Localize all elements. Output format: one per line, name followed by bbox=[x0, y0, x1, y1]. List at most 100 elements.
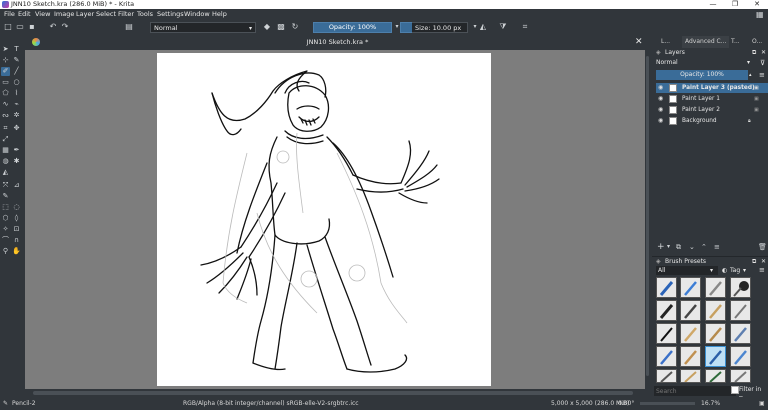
similar-select-tool-icon[interactable]: ⊡ bbox=[12, 225, 21, 234]
magnetic-select-tool-icon[interactable]: ∩ bbox=[12, 236, 21, 245]
new-document-icon[interactable]: □ bbox=[3, 22, 13, 32]
text-tool-icon[interactable]: T bbox=[12, 45, 21, 54]
dock-tab-tool-options[interactable]: T... bbox=[731, 36, 740, 48]
polygon-select-tool-icon[interactable]: ⬡ bbox=[1, 214, 10, 223]
brush-preset-tile[interactable] bbox=[730, 277, 751, 298]
reference-images-tool-icon[interactable]: ✎ bbox=[1, 192, 10, 201]
brush-preset-tile[interactable] bbox=[705, 300, 726, 321]
brush-preset-tile[interactable] bbox=[656, 300, 677, 321]
polyline-tool-icon[interactable]: ⌇ bbox=[12, 89, 21, 98]
layer-opacity-slider[interactable]: Opacity: 100% bbox=[656, 70, 748, 80]
brush-preset-tile[interactable] bbox=[730, 346, 751, 367]
filter-icon[interactable]: ⊽ bbox=[760, 58, 765, 68]
opacity-slider[interactable]: Opacity: 100% bbox=[313, 22, 392, 33]
freehand-select-tool-icon[interactable]: ◊ bbox=[12, 214, 21, 223]
lock-icon[interactable]: ▣ bbox=[754, 83, 759, 93]
menu-tools[interactable]: Tools bbox=[137, 9, 153, 20]
edit-shapes-tool-icon[interactable]: ⊹ bbox=[1, 56, 10, 65]
transform-tool-icon[interactable]: ⤢ bbox=[1, 135, 10, 144]
contiguous-select-tool-icon[interactable]: ✧ bbox=[1, 225, 10, 234]
brush-preset-tile[interactable] bbox=[680, 323, 701, 344]
delete-layer-icon[interactable]: 🗑︎ bbox=[758, 243, 767, 251]
brush-preset-tile[interactable] bbox=[680, 277, 701, 298]
dock-tab-layers[interactable]: L... bbox=[661, 36, 670, 48]
wrap-around-icon[interactable]: ⌗ bbox=[520, 22, 530, 32]
view-mode-icon[interactable]: ▣ bbox=[759, 397, 765, 410]
select-shapes-tool-icon[interactable]: ➤ bbox=[1, 45, 10, 54]
lock-icon[interactable]: 🔒︎ bbox=[748, 116, 751, 126]
menu-layer[interactable]: Layer bbox=[76, 9, 94, 20]
mirror-vertical-icon[interactable]: ⧩ bbox=[498, 22, 508, 32]
float-panel-icon[interactable]: ⧉ bbox=[752, 48, 756, 57]
chevron-down-icon[interactable]: ▾ bbox=[667, 243, 670, 250]
freehand-brush-tool-icon[interactable]: ✐ bbox=[1, 67, 10, 76]
brush-preset-tile[interactable] bbox=[730, 323, 751, 344]
layer-properties-icon[interactable]: ≡ bbox=[714, 243, 720, 251]
menu-select[interactable]: Select bbox=[96, 9, 116, 20]
brush-preset-tile[interactable] bbox=[656, 369, 677, 383]
brush-preset-tile[interactable] bbox=[705, 369, 726, 383]
brush-preset-tile[interactable] bbox=[705, 277, 726, 298]
rotation-value[interactable]: 0.00° bbox=[618, 397, 634, 410]
bezier-tool-icon[interactable]: ∿ bbox=[1, 100, 10, 109]
add-layer-icon[interactable]: + bbox=[657, 242, 665, 252]
chevron-down-icon[interactable]: ▾ bbox=[743, 266, 746, 275]
zoom-level[interactable]: 16.7% bbox=[701, 397, 720, 410]
bezier-select-tool-icon[interactable]: ⌒ bbox=[1, 236, 10, 245]
brush-preset-tile[interactable] bbox=[656, 346, 677, 367]
rect-select-tool-icon[interactable]: ⬚ bbox=[1, 203, 10, 212]
size-slider[interactable]: Size: 10.00 px bbox=[412, 22, 468, 33]
menu-help[interactable]: Help bbox=[212, 9, 227, 20]
brush-preset-tile[interactable] bbox=[656, 323, 677, 344]
visibility-eye-icon[interactable]: ◉ bbox=[658, 116, 663, 126]
layer-row[interactable]: ◉ Paint Layer 2 ▣ bbox=[656, 105, 768, 115]
undo-icon[interactable]: ↶ bbox=[48, 22, 58, 32]
dynamic-brush-tool-icon[interactable]: ᔓ bbox=[1, 111, 10, 120]
canvas[interactable] bbox=[157, 53, 491, 386]
polygon-tool-icon[interactable]: ⬠ bbox=[1, 89, 10, 98]
redo-icon[interactable]: ↷ bbox=[60, 22, 70, 32]
horizontal-scroll-thumb[interactable] bbox=[33, 391, 633, 395]
color-picker-tool-icon[interactable]: ✒ bbox=[12, 146, 21, 155]
duplicate-layer-icon[interactable]: ⧉ bbox=[676, 243, 681, 252]
layer-row[interactable]: ◉ Paint Layer 3 (pasted) ▣ bbox=[656, 83, 768, 93]
multibrush-tool-icon[interactable]: ✲ bbox=[12, 111, 21, 120]
zoom-slider-track[interactable] bbox=[640, 402, 695, 405]
fill-tool-icon[interactable]: ◭ bbox=[1, 168, 10, 177]
menu-file[interactable]: File bbox=[4, 9, 15, 20]
edit-brush-settings-icon[interactable]: ▤ bbox=[124, 22, 134, 32]
close-panel-icon[interactable]: ✕ bbox=[761, 48, 766, 57]
brush-preset-tile[interactable] bbox=[656, 277, 677, 298]
ellipse-tool-icon[interactable]: ○ bbox=[12, 78, 21, 87]
ellipse-select-tool-icon[interactable]: ◌ bbox=[12, 203, 21, 212]
filter-in-tag-checkbox[interactable] bbox=[731, 386, 739, 394]
dock-tab-overview[interactable]: O... bbox=[752, 36, 762, 48]
layer-row[interactable]: ◉ Paint Layer 1 ▣ bbox=[656, 94, 768, 104]
horizontal-scrollbar[interactable] bbox=[25, 389, 650, 397]
smart-patch-tool-icon[interactable]: ✱ bbox=[12, 157, 21, 166]
save-icon[interactable]: ▪ bbox=[27, 22, 37, 32]
brush-view-menu-icon[interactable]: ≡ bbox=[759, 266, 765, 275]
colorize-mask-tool-icon[interactable]: ◍ bbox=[1, 157, 10, 166]
maximize-button[interactable]: ❐ bbox=[724, 0, 746, 9]
tag-button[interactable]: Tag bbox=[730, 266, 740, 275]
preserve-alpha-icon[interactable]: ▩ bbox=[276, 22, 286, 32]
move-tool-icon[interactable]: ✥ bbox=[12, 124, 21, 133]
vertical-scroll-thumb[interactable] bbox=[646, 56, 649, 376]
layer-blend-mode-select[interactable]: Normal ▾ bbox=[656, 58, 756, 68]
close-window-button[interactable]: ✕ bbox=[746, 0, 768, 9]
lock-icon[interactable]: ▣ bbox=[754, 105, 759, 115]
float-panel-icon[interactable]: ⧉ bbox=[752, 257, 756, 266]
dock-tab-advanced-color[interactable]: Advanced C... bbox=[682, 36, 730, 48]
minimize-button[interactable]: — bbox=[702, 0, 724, 9]
visibility-eye-icon[interactable]: ◉ bbox=[658, 94, 663, 104]
move-layer-down-icon[interactable]: ⌄ bbox=[689, 243, 695, 251]
brush-preset-tile[interactable] bbox=[680, 369, 701, 383]
brush-preset-tile[interactable] bbox=[730, 300, 751, 321]
gradient-tool-icon[interactable]: ▦ bbox=[1, 146, 10, 155]
open-document-icon[interactable]: ▭ bbox=[15, 22, 25, 32]
move-layer-up-icon[interactable]: ⌃ bbox=[701, 243, 707, 251]
menu-window[interactable]: Window bbox=[184, 9, 210, 20]
calligraphy-tool-icon[interactable]: ✎ bbox=[12, 56, 21, 65]
rectangle-tool-icon[interactable]: ▭ bbox=[1, 78, 10, 87]
